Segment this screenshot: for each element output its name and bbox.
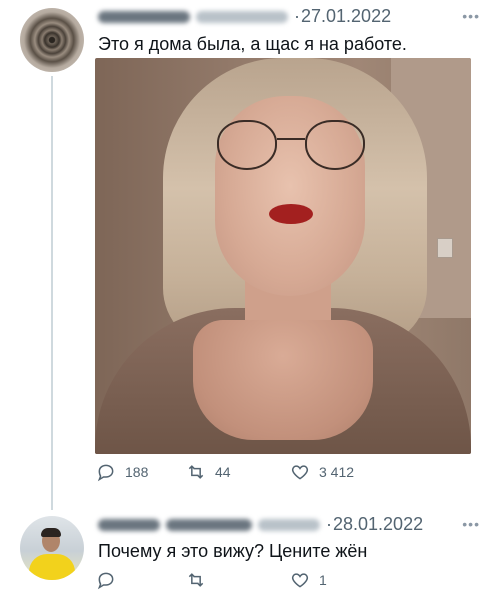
blurred-display-name[interactable] [98, 518, 160, 531]
tweet-actions: 1 [96, 570, 416, 592]
like-button[interactable]: 3 412 [290, 462, 354, 482]
photo-chest [193, 320, 373, 440]
tweet-photo[interactable] [95, 58, 471, 454]
photo-glasses-bridge [277, 138, 305, 140]
more-options-icon[interactable]: ••• [462, 8, 480, 24]
avatar[interactable] [20, 8, 84, 72]
tweet-date[interactable]: 27.01.2022 [301, 6, 391, 27]
blurred-display-name[interactable] [98, 10, 190, 23]
reply-icon [97, 572, 114, 590]
tweet-date[interactable]: 28.01.2022 [333, 514, 423, 535]
heart-icon [291, 573, 309, 588]
retweet-icon [188, 573, 204, 587]
photo-lips [269, 204, 313, 224]
retweet-button[interactable]: 44 [186, 462, 231, 482]
avatar[interactable] [20, 516, 84, 580]
blurred-username[interactable] [258, 518, 320, 531]
tweet-header: · 27.01.2022 [98, 6, 391, 27]
heart-icon [291, 465, 309, 480]
tweet-actions: 188 44 3 412 [96, 462, 416, 484]
avatar-hair [41, 528, 61, 537]
retweet-icon [188, 465, 204, 479]
reply-count: 188 [125, 464, 149, 480]
retweet-button[interactable] [186, 570, 215, 590]
blurred-username[interactable] [196, 10, 288, 23]
like-button[interactable]: 1 [290, 570, 327, 590]
header-separator: · [294, 6, 300, 26]
photo-glasses-right [305, 120, 365, 170]
header-separator: · [326, 514, 332, 534]
blurred-display-name[interactable] [166, 518, 252, 531]
avatar-shirt [29, 554, 75, 580]
tweet-text: Это я дома была, а щас я на работе. [98, 34, 407, 54]
tweet-header: · 28.01.2022 [98, 514, 423, 535]
like-count: 3 412 [319, 464, 355, 480]
retweet-count: 44 [215, 464, 231, 480]
reply-button[interactable]: 188 [96, 462, 148, 482]
tweet-text: Почему я это вижу? Цените жён [98, 541, 368, 561]
reply-icon [97, 464, 114, 482]
reply-button[interactable] [96, 570, 125, 590]
like-count: 1 [319, 572, 327, 588]
thread-connector-line [51, 76, 53, 510]
more-options-icon[interactable]: ••• [462, 516, 480, 532]
photo-light-switch [437, 238, 453, 258]
photo-glasses-left [217, 120, 277, 170]
